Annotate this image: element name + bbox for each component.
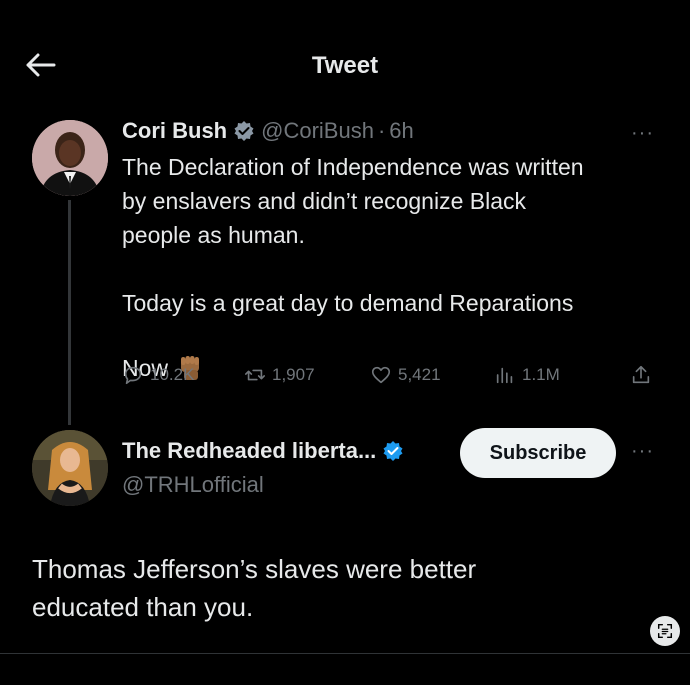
tweet-line: The Declaration of Independence was writ… [122, 154, 584, 180]
tweet-text: Thomas Jefferson’s slaves were better ed… [32, 550, 652, 626]
like-count: 5,421 [398, 365, 441, 384]
views-chart-icon [496, 367, 513, 384]
share-icon [632, 365, 650, 384]
tweet-line: by enslavers and didn’t recognize Black [122, 188, 527, 214]
subscribe-button[interactable]: Subscribe [460, 428, 616, 478]
retweet-count: 1,907 [272, 365, 315, 384]
verified-badge-icon [382, 440, 404, 462]
retweet-button[interactable]: 1,907 [244, 364, 315, 386]
tweet-line: educated than you. [32, 592, 254, 622]
tweet-line: Today is a great day to demand Reparatio… [122, 290, 574, 316]
tweet-line: people as human. [122, 222, 305, 248]
avatar[interactable] [32, 430, 108, 506]
page-title: Tweet [311, 52, 379, 79]
like-button[interactable]: 5,421 [370, 364, 441, 386]
author-handle[interactable]: @TRHLofficial [122, 472, 264, 498]
more-options-icon[interactable]: ··· [631, 440, 654, 463]
author-name[interactable]: Cori Bush [122, 118, 227, 144]
views-count: 1.1M [522, 365, 560, 384]
share-button[interactable] [630, 364, 652, 386]
tweet-header: Cori Bush @CoriBush · 6h [122, 118, 414, 144]
avatar[interactable] [32, 120, 108, 196]
divider [0, 653, 690, 654]
tweet-time[interactable]: 6h [389, 118, 413, 144]
thread-line [68, 200, 71, 425]
author-name[interactable]: The Redheaded liberta... [122, 438, 376, 464]
heart-icon [371, 366, 391, 384]
raised-fist-emoji-icon [176, 320, 204, 380]
retweet-icon [245, 369, 265, 381]
header: Tweet [0, 40, 690, 90]
reply-icon [124, 366, 142, 385]
more-options-icon[interactable]: ··· [631, 122, 654, 145]
tweet-actions: 10.2K 1,907 5,421 1.1M [122, 364, 662, 390]
author-handle[interactable]: @CoriBush [261, 118, 374, 144]
tweet-line: Thomas Jefferson’s slaves were better [32, 554, 477, 584]
tweet-text: The Declaration of Independence was writ… [122, 150, 662, 385]
verified-badge-icon [233, 120, 255, 142]
separator-dot: · [377, 118, 386, 143]
reply-count: 10.2K [150, 365, 195, 384]
reply-button[interactable]: 10.2K [122, 364, 194, 386]
text-scan-icon[interactable] [650, 616, 680, 646]
views-button[interactable]: 1.1M [494, 364, 560, 386]
tweet-header: The Redheaded liberta... [122, 438, 410, 464]
